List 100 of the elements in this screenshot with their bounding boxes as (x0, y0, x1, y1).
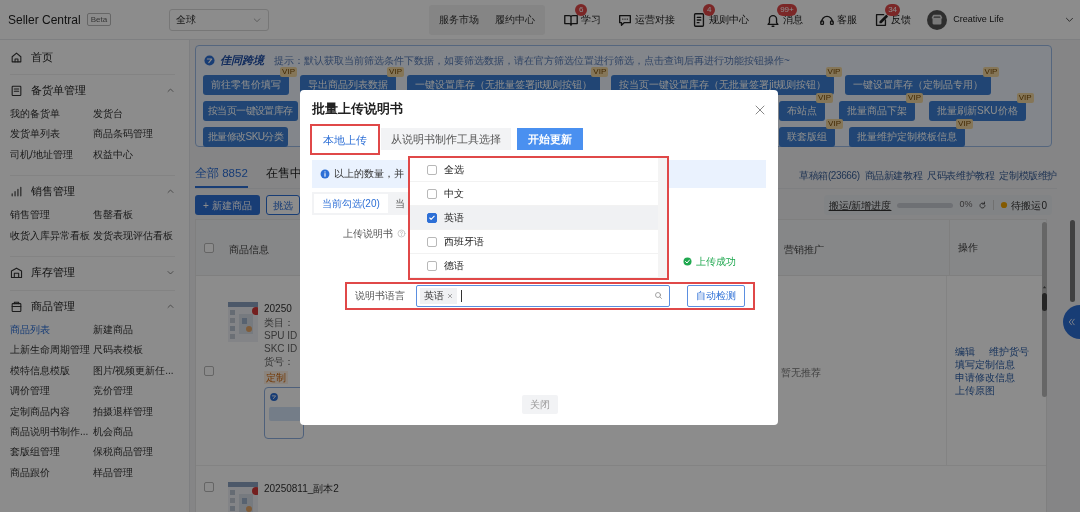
language-select[interactable]: 英语 (416, 284, 670, 307)
menu-link[interactable]: 收货入库异常看板 (10, 225, 90, 247)
nav-link[interactable]: 履约中心 (495, 12, 536, 27)
menu-group-title[interactable]: 商品管理 (31, 297, 75, 315)
menu-link[interactable]: 我的备货单 (10, 104, 60, 125)
help-link[interactable]: 尺码表维护教程 (927, 168, 995, 183)
menu-link[interactable]: 竞价管理 (92, 381, 133, 402)
refresh-icon[interactable] (978, 200, 988, 210)
menu-group-title[interactable]: 备货单管理 (31, 81, 86, 99)
menu-link[interactable]: 商品条码管理 (92, 124, 153, 145)
edit-icon[interactable] (873, 11, 890, 28)
menu-link[interactable]: 调价管理 (10, 381, 50, 402)
vip-badge: VIP (826, 119, 843, 129)
help-link[interactable]: 草稿箱(23666) (799, 168, 860, 183)
menu-link[interactable]: 发货表现评估看板 (92, 225, 173, 247)
dropdown-option[interactable]: 德语 (410, 254, 658, 278)
scrollbar-track[interactable] (658, 158, 667, 278)
toolbar-button[interactable]: 布站点 (779, 101, 825, 121)
menu-link[interactable]: 商品列表 (10, 320, 50, 341)
tab[interactable]: 当前勾选(20) (314, 193, 388, 213)
dropdown-option[interactable]: 西班牙语 (410, 230, 658, 254)
nav-link[interactable]: 客服 (837, 12, 858, 27)
notice-text: 以上的数量，并 (334, 167, 404, 182)
menu-link[interactable]: 拍摄退样管理 (92, 401, 153, 423)
action-link[interactable]: 填写定制信息 (955, 357, 1015, 371)
menu-group-title[interactable]: 销售管理 (31, 182, 75, 200)
menu-link[interactable]: 上新生命周期管理 (10, 340, 90, 361)
menu-link[interactable]: 新建商品 (92, 320, 133, 341)
action-link[interactable]: 申请修改信息 (955, 370, 1015, 384)
menu-group-title[interactable]: 库存管理 (31, 263, 75, 281)
warehouse-icon (10, 265, 23, 279)
toolbar-button[interactable]: 联套版组 (779, 127, 835, 147)
checkbox[interactable] (427, 212, 437, 223)
checkbox[interactable] (203, 242, 214, 253)
chevron-up-icon[interactable] (166, 186, 175, 196)
checkbox[interactable] (427, 164, 437, 175)
checkbox[interactable] (427, 236, 437, 247)
menu-link[interactable]: 发货单列表 (10, 124, 60, 145)
scrollbar-track[interactable] (1042, 222, 1047, 397)
close-icon[interactable] (754, 103, 766, 116)
toolbar-button[interactable]: 批量维护定制模板信息 (849, 127, 965, 147)
product-detail: 类目： (264, 316, 294, 329)
vip-badge: VIP (816, 93, 833, 103)
help-link[interactable]: 商品新建教程 (864, 168, 923, 183)
toolbar-button[interactable]: 前往零售价填写 (203, 75, 289, 95)
tab[interactable]: 全部 8852 (195, 162, 248, 188)
menu-link[interactable]: 模特信息模版 (10, 360, 70, 382)
menu-link[interactable]: 机会商品 (92, 422, 133, 443)
user-name[interactable]: Creative Life (953, 12, 1004, 27)
action-link[interactable]: 上传原图 (955, 383, 995, 397)
nav-link[interactable]: 运营对接 (635, 12, 676, 27)
avatar-icon[interactable] (927, 9, 948, 30)
scrollbar-thumb[interactable] (1070, 220, 1075, 302)
pick-button[interactable]: 挑选 (265, 195, 300, 215)
menu-link[interactable]: 发货台 (92, 104, 123, 125)
chevron-up-icon[interactable] (166, 301, 175, 311)
scrollbar-thumb[interactable] (1042, 293, 1047, 311)
menu-link[interactable]: 商品说明书制作... (10, 422, 89, 443)
field-label: 说明书语言 (355, 289, 406, 304)
help-link[interactable]: 定制模版维护 (999, 168, 1057, 183)
region-select[interactable]: 全球 (169, 8, 270, 31)
menu-link[interactable]: 样品管理 (92, 462, 133, 484)
menu-link[interactable]: 保税商品管理 (92, 442, 153, 463)
menu-link[interactable]: 定制商品内容 (10, 401, 70, 423)
dropdown-option[interactable]: 全选 (410, 158, 658, 182)
nav-link[interactable]: 服务市场 (439, 12, 480, 27)
menu-item[interactable]: 首页 (31, 48, 53, 66)
checkbox[interactable] (203, 482, 214, 492)
chevron-up-icon[interactable] (166, 85, 175, 95)
checkbox[interactable] (427, 260, 437, 271)
menu-link[interactable]: 售罄看板 (92, 205, 133, 226)
toolbar-button[interactable]: 批量修改SKU分类 (203, 127, 289, 147)
menu-link[interactable]: 尺码表模板 (92, 340, 143, 361)
checkbox[interactable] (203, 365, 214, 376)
menu-link[interactable]: 图片/视频更新任... (92, 360, 174, 382)
product-title: 20250 (264, 302, 293, 316)
column-header: 营销推广 (784, 243, 824, 255)
start-update-button[interactable]: 开始更新 (517, 128, 583, 151)
menu-link[interactable]: 权益中心 (92, 144, 133, 166)
new-product-button[interactable]: + 新建商品 (195, 195, 260, 215)
remove-icon[interactable] (447, 292, 453, 299)
product-detail: SPU ID (264, 329, 298, 342)
menu-link[interactable]: 商品跟价 (10, 462, 50, 484)
menu-link[interactable]: 销售管理 (10, 205, 50, 226)
tab[interactable]: 在售中 (265, 162, 302, 188)
scroll-up-icon[interactable] (1041, 283, 1048, 289)
double-chevron-icon (1067, 317, 1077, 327)
menu-link[interactable]: 套版组管理 (10, 442, 60, 463)
collapse-button[interactable] (1063, 305, 1080, 339)
toolbar-button[interactable]: 批量商品下架 (839, 101, 915, 121)
action-link[interactable]: 编辑 (955, 344, 975, 358)
tab[interactable]: 从说明书制作工具选择 (381, 128, 511, 151)
shopping-bag-icon (10, 299, 23, 313)
checkbox[interactable] (427, 188, 437, 199)
toolbar-button[interactable]: 批量刷新SKU价格 (929, 101, 1026, 121)
panel-button[interactable] (269, 407, 303, 421)
close-button[interactable]: 关闭 (522, 395, 558, 414)
auto-detect-button[interactable]: 自动检测 (687, 284, 745, 307)
action-link[interactable]: 维护货号 (989, 344, 1029, 358)
menu-link[interactable]: 司机/地址管理 (10, 144, 73, 166)
